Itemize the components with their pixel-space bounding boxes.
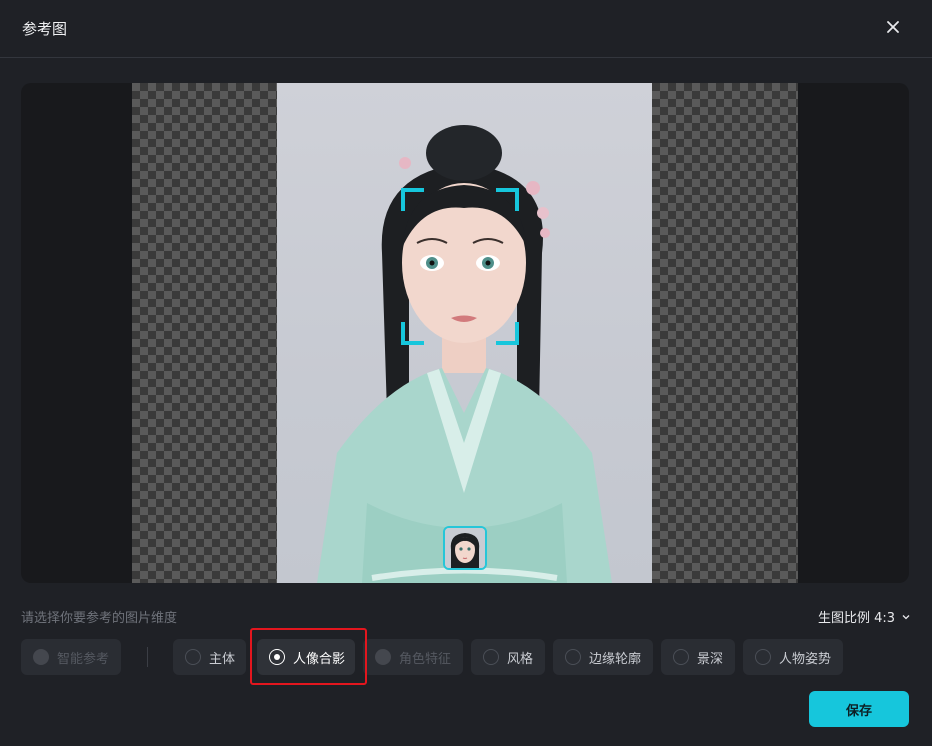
dimension-hint: 请选择你要参考的图片维度 <box>21 611 178 626</box>
radio-icon <box>483 649 499 665</box>
option-character-pose[interactable]: 人物姿势 <box>743 639 843 675</box>
preview-canvas <box>21 83 909 583</box>
option-label: 主体 <box>209 651 236 667</box>
option-character-features: 角色特征 <box>363 639 463 675</box>
radio-selected-icon <box>269 649 285 665</box>
option-edge-contour[interactable]: 边缘轮廓 <box>553 639 653 675</box>
option-smart-reference: 智能参考 <box>21 639 121 675</box>
aspect-ratio-dropdown[interactable]: 生图比例 4:3 <box>818 607 911 626</box>
radio-icon <box>375 649 391 665</box>
option-depth-of-field[interactable]: 景深 <box>661 639 735 675</box>
option-label: 人像合影 <box>293 651 346 667</box>
option-portrait-group[interactable]: 人像合影 <box>257 639 355 675</box>
reference-image <box>277 83 652 583</box>
chevron-down-icon <box>902 614 910 619</box>
option-label: 角色特征 <box>399 651 452 667</box>
radio-icon <box>185 649 201 665</box>
radio-icon <box>755 649 771 665</box>
option-label: 智能参考 <box>57 651 110 667</box>
option-subject[interactable]: 主体 <box>173 639 246 675</box>
option-label: 边缘轮廓 <box>589 651 642 667</box>
option-style[interactable]: 风格 <box>471 639 545 675</box>
radio-icon <box>673 649 689 665</box>
radio-icon <box>565 649 581 665</box>
option-label: 人物姿势 <box>779 651 832 667</box>
radio-icon <box>33 649 49 665</box>
option-label: 景深 <box>697 651 724 667</box>
close-icon[interactable] <box>882 16 904 38</box>
save-button[interactable]: 保存 <box>809 691 909 727</box>
dialog-title: 参考图 <box>22 20 68 38</box>
option-label: 风格 <box>507 651 534 667</box>
face-thumbnail <box>443 526 487 570</box>
dialog-header: 参考图 <box>0 0 932 58</box>
divider <box>147 647 148 667</box>
aspect-ratio-label: 生图比例 4:3 <box>818 611 896 626</box>
